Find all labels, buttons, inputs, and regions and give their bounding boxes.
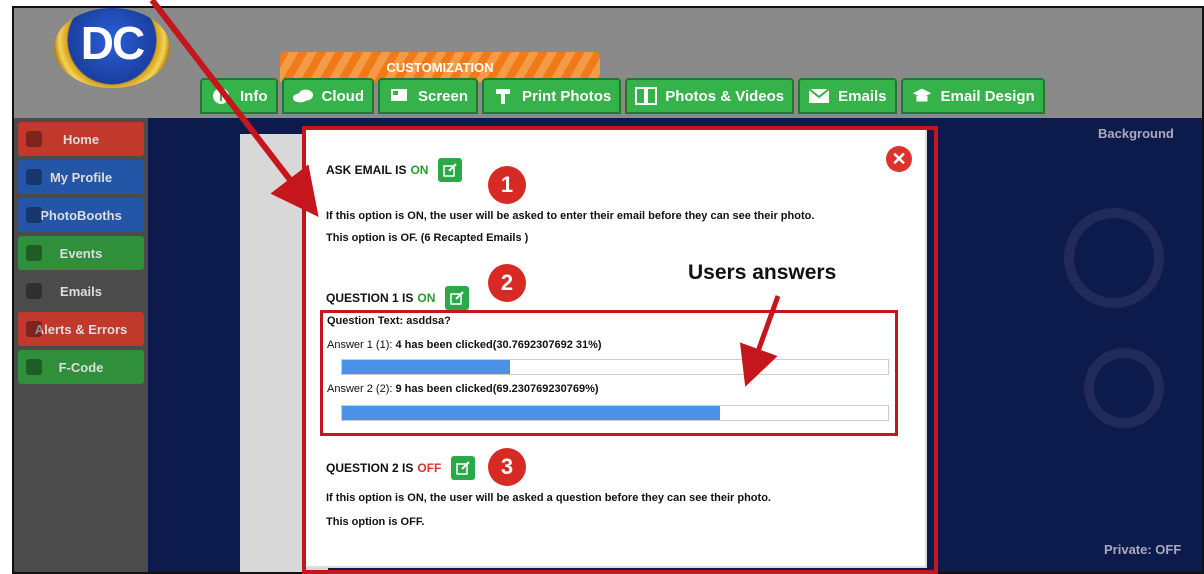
arrow-to-answers: [739, 295, 781, 387]
arrow-to-ask-email: [149, 0, 319, 218]
annotation-arrows: [149, 0, 781, 387]
